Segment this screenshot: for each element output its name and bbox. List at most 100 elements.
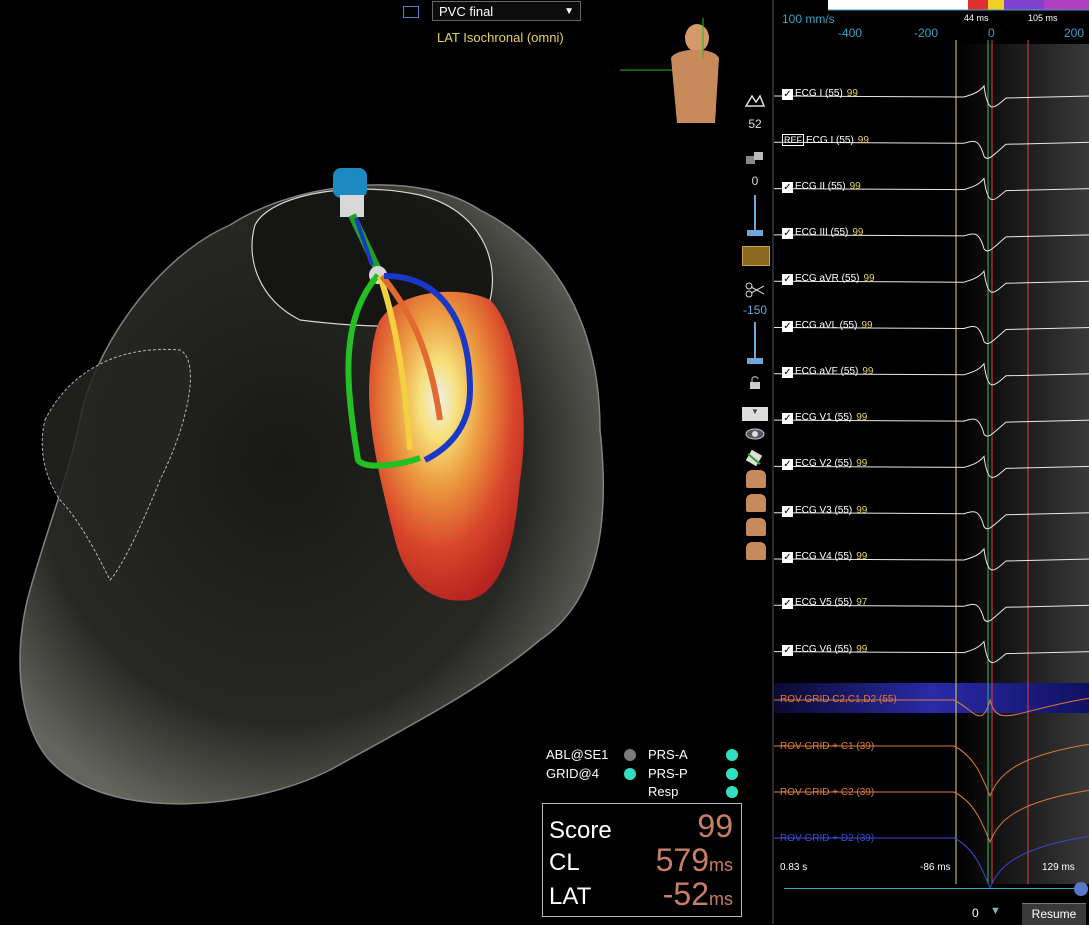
channel-score: 97 xyxy=(856,597,868,609)
transparency-value: 52 xyxy=(748,117,762,131)
dropdown-toggle-icon[interactable]: ▼ xyxy=(742,407,768,421)
torso-orientation-icon[interactable] xyxy=(665,18,723,130)
channel-checkbox[interactable]: ✓ xyxy=(782,598,793,610)
cl-unit: ms xyxy=(709,855,733,875)
cl-label: CL xyxy=(549,849,580,876)
channel-checkbox[interactable]: ✓ xyxy=(782,320,793,332)
map-snapshot-icon[interactable] xyxy=(742,246,770,266)
play-icon[interactable] xyxy=(1074,882,1088,896)
channel-name: ECG II (55) xyxy=(795,180,846,192)
scissors-icon[interactable] xyxy=(740,282,770,301)
channel-checkbox[interactable]: ✓ xyxy=(782,181,793,193)
lower-threshold-value: -150 xyxy=(742,303,768,317)
channel-checkbox[interactable]: ✓ xyxy=(782,505,793,517)
ecg-channel-0[interactable]: ✓ ECG I (55) 99 xyxy=(782,88,858,100)
channel-score: 99 xyxy=(846,88,858,99)
channel-score: 99 xyxy=(852,226,864,238)
channel-checkbox[interactable]: ✓ xyxy=(782,366,793,378)
map-viewport[interactable]: PVC final ▼ LAT Isochronal (omni) 52 0 -… xyxy=(0,0,772,924)
map-select-dropdown[interactable]: PVC final ▼ xyxy=(432,1,581,21)
lat-label: LAT xyxy=(549,883,592,910)
page-value[interactable]: 0 xyxy=(972,906,979,920)
reference-badge[interactable]: REF xyxy=(782,134,804,147)
torso-pa-view-icon[interactable] xyxy=(746,542,766,560)
ecg-channel-1[interactable]: REF ECG I (55) 99 xyxy=(782,134,869,147)
channel-score: 99 xyxy=(862,365,874,377)
channel-checkbox[interactable]: ✓ xyxy=(782,552,793,563)
legend-grid-label: GRID@4 xyxy=(546,766,599,781)
ecg-channel-7[interactable]: ✓ ECG V1 (55) 99 xyxy=(782,412,868,425)
upper-threshold-slider[interactable] xyxy=(754,195,756,235)
sweep-speed[interactable]: 100 mm/s xyxy=(782,12,835,26)
upper-slider-handle[interactable] xyxy=(747,230,763,236)
channel-score: 99 xyxy=(856,412,868,424)
layers-icon[interactable] xyxy=(740,150,770,169)
channel-checkbox[interactable]: ✓ xyxy=(782,227,793,239)
grid-status-dot xyxy=(624,768,636,780)
channel-checkbox[interactable]: ✓ xyxy=(782,644,793,656)
channel-name: ECG aVL (55) xyxy=(795,319,858,331)
upper-threshold-value: 0 xyxy=(751,174,759,188)
channel-score: 99 xyxy=(856,504,868,516)
ecg-channel-9[interactable]: ✓ ECG V3 (55) 99 xyxy=(782,505,867,517)
ecg-channel-3[interactable]: ✓ ECG III (55) 99 xyxy=(782,227,863,239)
catheter-view-icon[interactable] xyxy=(740,449,770,469)
channel-name: ECG V5 (55) xyxy=(795,597,853,609)
lower-slider-handle[interactable] xyxy=(747,358,763,364)
rov-channel-label-1[interactable]: ROV GRID + C1 (39) xyxy=(780,741,874,752)
legend-grid: GRID@4 xyxy=(546,766,599,781)
axis-tick-neg200: -200 xyxy=(914,26,939,40)
rov-channel-label-3[interactable]: ROV GRID + D2 (39) xyxy=(780,833,874,844)
channel-checkbox[interactable]: ✓ xyxy=(782,459,793,471)
lower-threshold-slider[interactable] xyxy=(754,322,756,362)
prs-p-status-dot xyxy=(726,768,738,780)
torso-lao-view-icon[interactable] xyxy=(746,518,766,536)
ecg-channel-6[interactable]: ✓ ECG aVF (55) 99 xyxy=(782,366,873,378)
channel-score: 99 xyxy=(856,458,868,470)
ecg-channel-5[interactable]: ✓ ECG aVL (55) 99 xyxy=(782,320,873,332)
rov-channel-label-0[interactable]: ROV GRID C2,C1,D2 (55) xyxy=(780,694,897,705)
channel-score: 99 xyxy=(863,273,875,285)
torso-ap-view-icon[interactable] xyxy=(746,470,766,488)
channel-name: ECG aVR (55) xyxy=(795,273,860,285)
eye-icon[interactable] xyxy=(740,427,770,444)
lock-icon[interactable] xyxy=(740,376,770,393)
chevron-down-icon: ▼ xyxy=(564,6,574,17)
torso-lateral-view-icon[interactable] xyxy=(746,494,766,512)
ecg-channel-12[interactable]: ✓ ECG V6 (55) 99 xyxy=(782,644,867,656)
lat-unit: ms xyxy=(709,889,733,909)
ecg-channel-10[interactable]: ✓ ECG V4 (55) 99 xyxy=(782,551,867,563)
transparency-icon[interactable] xyxy=(740,92,770,111)
map-subtitle: LAT Isochronal (omni) xyxy=(437,30,564,45)
ecg-channel-8[interactable]: ✓ ECG V2 (55) 99 xyxy=(782,458,868,471)
lat-value: -52 xyxy=(662,876,709,912)
channel-name: ECG V2 (55) xyxy=(795,458,853,470)
channel-name: ECG I (55) xyxy=(795,88,843,99)
channel-name: ECG III (55) xyxy=(795,226,849,238)
resp-status-dot xyxy=(726,786,738,798)
timeline-scrollbar[interactable] xyxy=(784,888,1074,889)
cl-value: 579 xyxy=(655,842,709,878)
axis-tick-200: 200 xyxy=(1064,26,1085,40)
channel-name: ECG V6 (55) xyxy=(795,643,853,655)
channel-name: ECG aVF (55) xyxy=(795,365,859,377)
score-label: Score xyxy=(549,817,612,844)
axis-tick-neg400: -400 xyxy=(838,26,863,40)
ecg-channel-2[interactable]: ✓ ECG II (55) 99 xyxy=(782,181,861,193)
channel-name: ECG V1 (55) xyxy=(795,412,853,424)
ecg-panel[interactable]: 100 mm/s -400 -200 0 200 44 ms 105 ms ✓ E… xyxy=(772,0,1089,924)
map-select-value: PVC final xyxy=(439,4,494,19)
time-start-label: 0.83 s xyxy=(780,862,808,873)
rov-channel-label-2[interactable]: ROV GRID + C2 (39) xyxy=(780,787,874,798)
channel-checkbox[interactable]: ✓ xyxy=(782,89,793,100)
page-dropdown-icon[interactable]: ▼ xyxy=(990,905,1001,917)
channel-score: 99 xyxy=(857,135,869,147)
ecg-channel-4[interactable]: ✓ ECG aVR (55) 99 xyxy=(782,273,875,286)
view-selector-icon[interactable] xyxy=(403,6,419,18)
resume-button[interactable]: Resume xyxy=(1022,903,1086,925)
cl-readout: 579ms xyxy=(656,842,733,879)
channel-score: 99 xyxy=(849,180,861,192)
channel-checkbox[interactable]: ✓ xyxy=(782,274,793,286)
channel-checkbox[interactable]: ✓ xyxy=(782,413,793,425)
ecg-channel-11[interactable]: ✓ ECG V5 (55) 97 xyxy=(782,597,868,610)
